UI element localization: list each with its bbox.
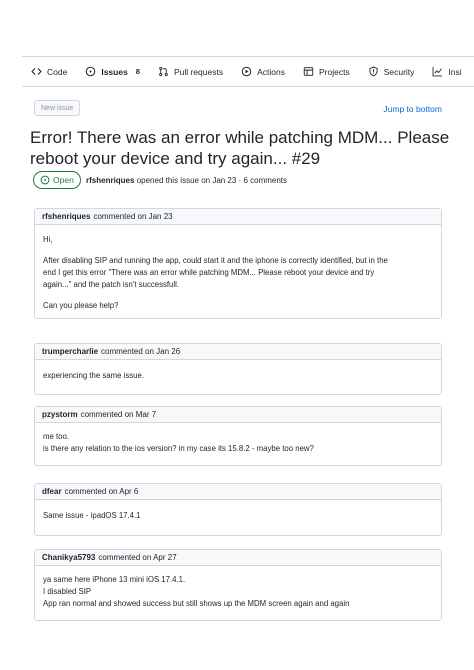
repo-tab-nav: Code Issues 8 Pull requests Actions Proj… <box>22 57 474 87</box>
comment-body: Same issue - ipadOS 17.4.1 <box>35 500 441 535</box>
tab-pull-requests-label: Pull requests <box>173 66 224 77</box>
comment-paragraph: ya same here iPhone 13 mini iOS 17.4.1. … <box>43 574 433 610</box>
tab-issues[interactable]: Issues 8 <box>76 57 149 86</box>
comment-author[interactable]: rfshenriques <box>42 212 90 221</box>
tab-actions[interactable]: Actions <box>232 57 294 86</box>
issue-meta: rfshenriques opened this issue on Jan 23… <box>86 176 287 185</box>
comment-header: trumpercharlie commented on Jan 26 <box>35 344 441 360</box>
comment-author[interactable]: pzystorm <box>42 410 78 419</box>
issue-state-badge: Open <box>33 171 81 189</box>
comment-line: experiencing the same issue. <box>43 371 144 380</box>
graph-icon <box>432 66 443 77</box>
comment-line: ya same here iPhone 13 mini iOS 17.4.1. <box>43 575 186 584</box>
comment-line: Same issue - ipadOS 17.4.1 <box>43 511 141 520</box>
comment-line: end I get this error "There was an error… <box>43 268 375 277</box>
comment-header: rfshenriques commented on Jan 23 <box>35 209 441 225</box>
tab-code-label: Code <box>47 66 68 77</box>
comment-paragraph: me too. is there any relation to the ios… <box>43 431 433 455</box>
comment-line: again..." and the patch isn't successful… <box>43 280 180 289</box>
issue-state-label: Open <box>53 175 74 185</box>
comment-line: Can you please help? <box>43 301 119 310</box>
comment-line: After disabling SIP and running the app,… <box>43 256 388 265</box>
issue-title: Error! There was an error while patching… <box>30 128 450 168</box>
comment-timestamp[interactable]: commented on Apr 6 <box>65 487 139 496</box>
play-icon <box>241 66 252 77</box>
comment-paragraph: Same issue - ipadOS 17.4.1 <box>43 510 433 522</box>
tab-code[interactable]: Code <box>22 57 76 86</box>
comment-paragraph: experiencing the same issue. <box>43 370 433 382</box>
comment-body: ya same here iPhone 13 mini iOS 17.4.1. … <box>35 566 441 620</box>
comment: rfshenriques commented on Jan 23 Hi, Aft… <box>34 208 442 319</box>
tab-insights[interactable]: Insi <box>423 57 470 86</box>
comment-line: Hi, <box>43 235 53 244</box>
git-pull-request-icon <box>158 66 169 77</box>
new-issue-button[interactable]: New issue <box>34 100 81 116</box>
comment-timestamp[interactable]: commented on Apr 27 <box>98 553 176 562</box>
comment: pzystorm commented on Mar 7 me too. is t… <box>34 406 442 466</box>
issue-opened-icon <box>40 175 50 185</box>
comment-body: Hi, After disabling SIP and running the … <box>35 225 441 318</box>
tab-insights-label: Insi <box>448 66 462 77</box>
comment: trumpercharlie commented on Jan 26 exper… <box>34 343 442 395</box>
comment-author[interactable]: Chanikya5793 <box>42 553 95 562</box>
comment-paragraph: After disabling SIP and running the app,… <box>43 255 433 291</box>
issue-meta-text: opened this issue on Jan 23 · 6 comments <box>136 176 288 185</box>
comment-header: dfear commented on Apr 6 <box>35 484 441 500</box>
tab-security-label: Security <box>383 66 415 77</box>
comment-body: experiencing the same issue. <box>35 360 441 394</box>
issue-opened-icon <box>85 66 96 77</box>
comment-line: me too. <box>43 432 70 441</box>
comment-header: pzystorm commented on Mar 7 <box>35 407 441 423</box>
tab-security[interactable]: Security <box>359 57 424 86</box>
shield-icon <box>368 66 379 77</box>
issues-count-badge: 8 <box>135 67 140 76</box>
comment-body: me too. is there any relation to the ios… <box>35 423 441 465</box>
code-icon <box>31 66 42 77</box>
comment-timestamp[interactable]: commented on Mar 7 <box>81 410 157 419</box>
tab-actions-label: Actions <box>257 66 285 77</box>
comment-line: is there any relation to the ios version… <box>43 444 314 453</box>
jump-to-bottom-link[interactable]: Jump to bottom <box>383 104 442 114</box>
comment-author[interactable]: trumpercharlie <box>42 347 98 356</box>
comment-author[interactable]: dfear <box>42 487 62 496</box>
comment: Chanikya5793 commented on Apr 27 ya same… <box>34 549 442 621</box>
comment-line: I disabled SIP <box>43 587 92 596</box>
comment-header: Chanikya5793 commented on Apr 27 <box>35 550 441 566</box>
table-icon <box>303 66 314 77</box>
tab-pull-requests[interactable]: Pull requests <box>149 57 232 86</box>
issue-author-link[interactable]: rfshenriques <box>86 176 134 185</box>
comment-paragraph: Hi, <box>43 234 433 246</box>
comment-paragraph: Can you please help? <box>43 300 433 312</box>
comment-line: App ran normal and showed success but st… <box>43 599 350 608</box>
tab-projects-label: Projects <box>318 66 350 77</box>
comment-timestamp[interactable]: commented on Jan 26 <box>101 347 180 356</box>
tab-issues-label: Issues <box>101 66 128 77</box>
tab-projects[interactable]: Projects <box>294 57 359 86</box>
comment: dfear commented on Apr 6 Same issue - ip… <box>34 483 442 536</box>
comment-timestamp[interactable]: commented on Jan 23 <box>93 212 172 221</box>
